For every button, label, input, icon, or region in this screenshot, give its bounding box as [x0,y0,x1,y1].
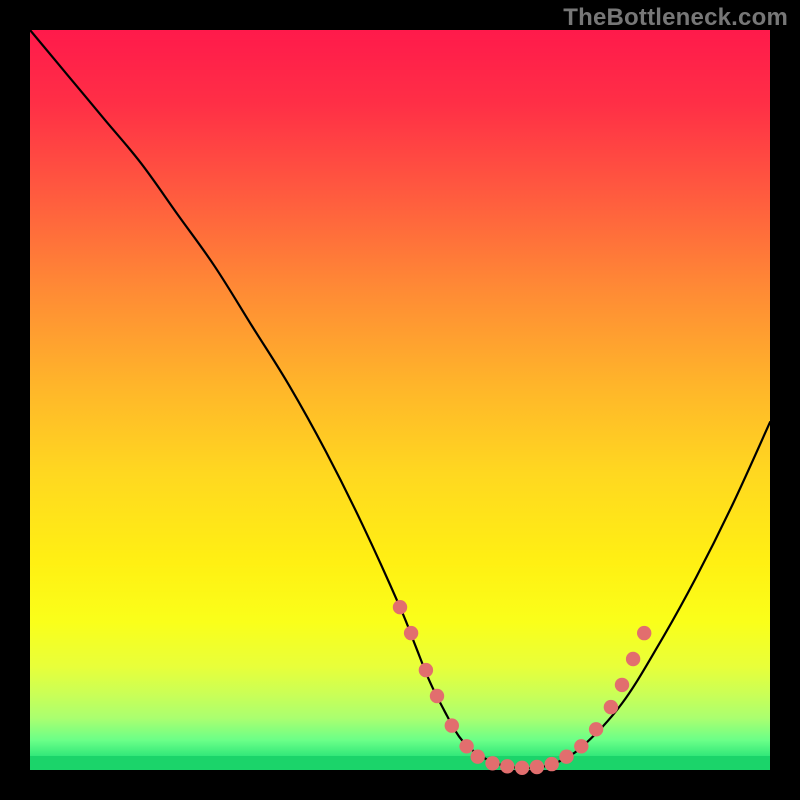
marker-dot [485,756,499,770]
marker-dot [500,759,514,773]
marker-dot [404,626,418,640]
watermark-text: TheBottleneck.com [563,4,788,32]
marker-dot [459,739,473,753]
marker-dot [559,750,573,764]
chart-frame: TheBottleneck.com [0,0,800,800]
marker-dot [545,757,559,771]
marker-dot [604,700,618,714]
curve-layer [30,30,770,770]
bottleneck-curve [30,30,770,768]
marker-dot [626,652,640,666]
marker-dot [589,722,603,736]
marker-dot [419,663,433,677]
marker-dot [574,739,588,753]
marker-dot [393,600,407,614]
marker-dot [471,750,485,764]
marker-dot [430,689,444,703]
marker-dot [615,678,629,692]
marker-dot [530,760,544,774]
marker-dot [637,626,651,640]
marker-dot [445,718,459,732]
marker-dot [515,761,529,775]
